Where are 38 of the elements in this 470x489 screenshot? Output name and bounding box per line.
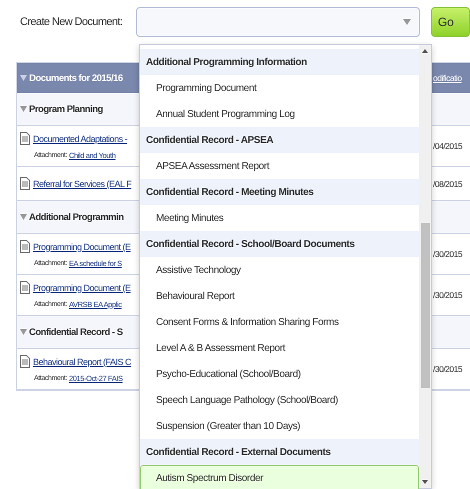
document-select[interactable] (136, 7, 420, 37)
option-group-label: Confidential Record - School/Board Documents (140, 231, 419, 257)
scroll-down-icon[interactable] (422, 480, 428, 484)
triangle-icon[interactable] (20, 106, 27, 112)
document-icon (20, 177, 30, 190)
group-title[interactable]: Confidential Record - S (20, 326, 140, 338)
scroll-up-icon[interactable] (422, 49, 428, 53)
create-label: Create New Document: (20, 16, 124, 28)
date-text: /04/2015 (433, 141, 464, 151)
group-title[interactable]: Program Planning (20, 104, 140, 114)
scroll-thumb[interactable] (420, 223, 430, 388)
triangle-icon[interactable] (20, 74, 27, 80)
document-link[interactable]: Referral for Services (EAL F (33, 178, 132, 188)
date-text: /08/2015 (433, 178, 464, 188)
option-group-label: Additional Programming Information (140, 49, 419, 75)
document-link[interactable]: Programming Document (E (33, 282, 131, 292)
column-header[interactable]: odificatio (433, 73, 470, 83)
document-icon (20, 281, 30, 294)
document-icon (20, 240, 30, 253)
scrollbar[interactable] (419, 45, 431, 488)
document-link[interactable]: Programming Document (E (33, 242, 131, 252)
group-title[interactable]: Additional Programmin (20, 212, 140, 222)
date-text: /30/2015 (433, 364, 464, 374)
option-group-label: Confidential Record - Meeting Minutes (140, 179, 419, 205)
dropdown-option[interactable]: Autism Spectrum Disorder (140, 465, 419, 489)
option-group-label: Confidential Record - APSEA (140, 127, 419, 153)
document-link[interactable]: Documented Adaptations - (33, 134, 128, 144)
date-text: /30/2015 (433, 290, 464, 300)
go-button[interactable]: Go (430, 7, 470, 37)
document-icon (20, 355, 30, 368)
document-icon (20, 132, 30, 145)
date-text: /30/2015 (433, 249, 464, 259)
triangle-icon[interactable] (20, 214, 27, 220)
option-group-label: Confidential Record - External Documents (140, 439, 419, 465)
triangle-icon[interactable] (20, 329, 27, 335)
document-link[interactable]: Behavioural Report (FAIS C (33, 356, 132, 366)
caret-icon (402, 19, 411, 25)
header-title[interactable]: Documents for 2015/16 (17, 72, 140, 84)
